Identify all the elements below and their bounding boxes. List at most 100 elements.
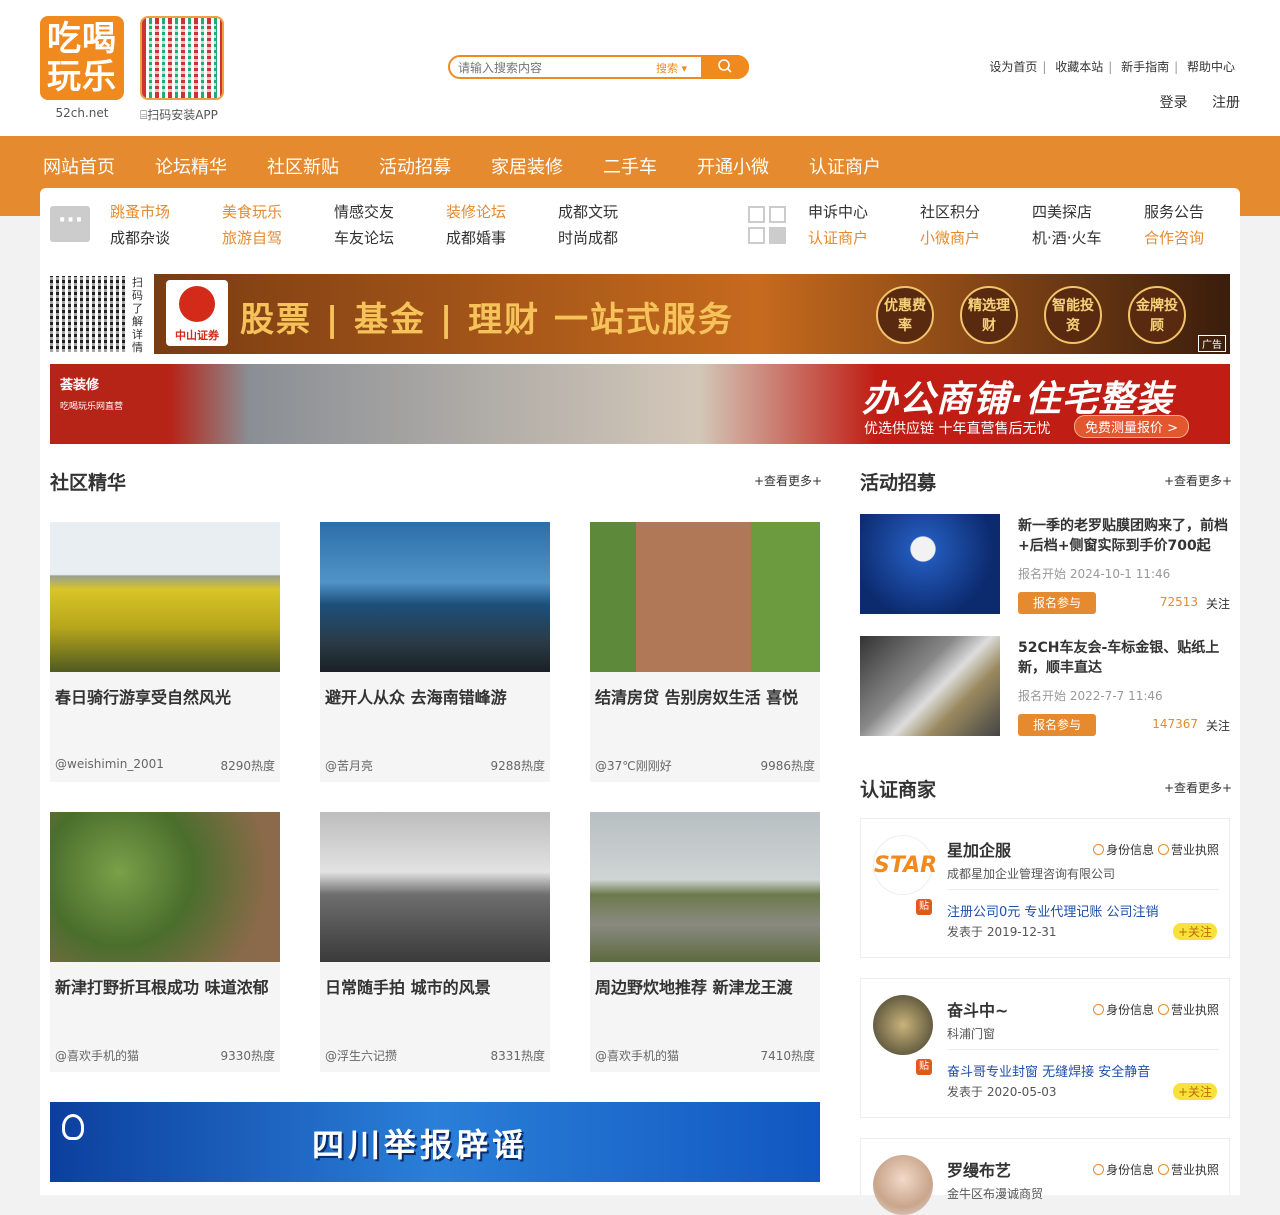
subnav-item[interactable]: 成都婚事 bbox=[446, 225, 506, 251]
subnav-item[interactable]: 机·酒·火车 bbox=[1032, 225, 1102, 251]
subnav-item[interactable]: 小微商户 bbox=[920, 225, 980, 251]
merchant-name[interactable]: 奋斗中~ bbox=[947, 997, 1008, 1021]
decoration-ad-banner[interactable]: 荟装修 吃喝玩乐网直营 办公商铺·住宅整装 优选供应链 十年直营售后无忧 免费测量… bbox=[50, 364, 1230, 444]
nav-open-micro[interactable]: 开通小微 bbox=[697, 153, 769, 179]
report-rumor-ad-banner[interactable]: 四川举报辟谣 bbox=[50, 1102, 820, 1182]
section-title: 活动招募 bbox=[860, 468, 981, 495]
subnav-item[interactable]: 服务公告 bbox=[1144, 199, 1204, 225]
help-center-link[interactable]: 帮助中心 bbox=[1187, 60, 1235, 74]
subnav-item[interactable]: 车友论坛 bbox=[334, 225, 394, 251]
merchant-post-date: 发表于 2019-12-31 bbox=[947, 925, 1057, 939]
subnav-item[interactable]: 成都文玩 bbox=[558, 199, 618, 225]
merchant-post-link[interactable]: 注册公司0元 专业代理记账 公司注销 bbox=[947, 901, 1159, 920]
ad-subtext: 优选供应链 十年直营售后无忧 bbox=[864, 421, 1051, 437]
activity-item[interactable]: 新一季的老罗贴膜团购来了，前档+后档+侧窗实际到手价700起 报名开始 2024… bbox=[860, 514, 1230, 614]
post-card[interactable]: 避开人从众 去海南错峰游 @苦月亮 9288热度 bbox=[320, 522, 550, 782]
search-type-select[interactable]: 搜索 ▾ bbox=[656, 60, 687, 76]
nav-certified-merchants[interactable]: 认证商户 bbox=[809, 153, 881, 179]
post-image bbox=[320, 812, 550, 962]
subnav-item[interactable]: 时尚成都 bbox=[558, 225, 618, 251]
bookmark-link[interactable]: 收藏本站 bbox=[1055, 60, 1103, 74]
more-link[interactable]: +查看更多+ bbox=[1164, 472, 1232, 489]
search-icon bbox=[718, 59, 732, 73]
ad-side-text: 扫码了解详情 bbox=[132, 276, 143, 354]
securities-ad-banner[interactable]: 扫码了解详情 中山证券 股票 | 基金 | 理财 一站式服务 优惠费率 精选理财… bbox=[50, 274, 1230, 354]
activity-item[interactable]: 52CH车友会-车标金银、贴纸上新，顺丰直达 报名开始 2022-7-7 11:… bbox=[860, 636, 1230, 736]
set-homepage-link[interactable]: 设为首页 bbox=[989, 60, 1037, 74]
header: 吃喝玩乐 52ch.net ⌸扫码安装APP 搜索 ▾ 设为首页| 收藏本站| … bbox=[0, 0, 1280, 136]
subnav-item[interactable]: 情感交友 bbox=[334, 199, 394, 225]
merchant-name[interactable]: 星加企服 bbox=[947, 837, 1011, 861]
top-links: 设为首页 | 收藏本站 | 新手指南 | 帮助中心 bbox=[989, 60, 1235, 74]
search-button[interactable] bbox=[701, 55, 749, 79]
subnav-item[interactable]: 认证商户 bbox=[808, 225, 868, 251]
main-content: 社区精华 +查看更多+ 春日骑行游享受自然风光 @weishimin_2001 8… bbox=[40, 446, 1240, 1215]
merchant-card[interactable]: 贴 奋斗中~ 身份信息 营业执照 科浦门窗 奋斗哥专业封窗 无缝焊接 安全静音 … bbox=[860, 978, 1230, 1118]
post-title: 结清房贷 告别房奴生活 喜悦 bbox=[595, 688, 799, 707]
post-tag-icon: 贴 bbox=[916, 899, 932, 915]
subnav-item[interactable]: 社区积分 bbox=[920, 199, 980, 225]
post-author[interactable]: @苦月亮 bbox=[325, 757, 373, 774]
post-card[interactable]: 结清房贷 告别房奴生活 喜悦 @37℃刚刚好 9986热度 bbox=[590, 522, 820, 782]
post-image bbox=[50, 522, 280, 672]
subnav-item[interactable]: 四美探店 bbox=[1032, 199, 1102, 225]
subnav-item[interactable]: 成都杂谈 bbox=[110, 225, 170, 251]
merchant-post-link[interactable]: 奋斗哥专业封窗 无缝焊接 安全静音 bbox=[947, 1061, 1150, 1080]
post-author[interactable]: @37℃刚刚好 bbox=[595, 757, 672, 774]
merchant-company: 科浦门窗 bbox=[947, 1027, 996, 1041]
post-author[interactable]: @喜欢手机的猫 bbox=[595, 1047, 679, 1064]
subnav-item[interactable]: 跳蚤市场 bbox=[110, 199, 170, 225]
post-card[interactable]: 日常随手拍 城市的风景 @浮生六记攒 8331热度 bbox=[320, 812, 550, 1072]
follow-link[interactable]: 关注 bbox=[1206, 717, 1230, 734]
post-author[interactable]: @浮生六记攒 bbox=[325, 1047, 397, 1064]
post-image bbox=[50, 812, 280, 962]
activity-title[interactable]: 52CH车友会-车标金银、贴纸上新，顺丰直达 bbox=[1018, 638, 1232, 678]
follow-link[interactable]: 关注 bbox=[1206, 595, 1230, 612]
join-button[interactable]: 报名参与 bbox=[1018, 592, 1096, 614]
more-link[interactable]: +查看更多+ bbox=[1164, 779, 1232, 796]
login-link[interactable]: 登录 bbox=[1160, 95, 1188, 111]
merchant-card[interactable]: STAR 贴 星加企服 身份信息 营业执照 成都星加企业管理咨询有限公司 注册公… bbox=[860, 818, 1230, 958]
post-card[interactable]: 新津打野折耳根成功 味道浓郁 @喜欢手机的猫 9330热度 bbox=[50, 812, 280, 1072]
activity-count: 72513 bbox=[1159, 595, 1198, 609]
activity-date: 报名开始 2024-10-1 11:46 bbox=[1018, 567, 1171, 581]
post-heat: 8290热度 bbox=[220, 759, 275, 773]
post-author[interactable]: @喜欢手机的猫 bbox=[55, 1047, 139, 1064]
securities-logo: 中山证券 bbox=[166, 280, 228, 346]
merchant-company: 金牛区布漫诚商贸 bbox=[947, 1187, 1044, 1201]
follow-button[interactable]: +关注 bbox=[1172, 923, 1217, 940]
nav-used-cars[interactable]: 二手车 bbox=[603, 153, 657, 179]
subnav-item[interactable]: 合作咨询 bbox=[1144, 225, 1204, 251]
post-title: 日常随手拍 城市的风景 bbox=[325, 978, 491, 997]
activity-image bbox=[860, 636, 1000, 736]
post-author[interactable]: @weishimin_2001 bbox=[55, 757, 164, 774]
nav-home-decor[interactable]: 家居装修 bbox=[491, 153, 563, 179]
subnav-item[interactable]: 申诉中心 bbox=[808, 199, 868, 225]
beginner-guide-link[interactable]: 新手指南 bbox=[1121, 60, 1169, 74]
follow-button[interactable]: +关注 bbox=[1172, 1083, 1217, 1100]
nav-activities[interactable]: 活动招募 bbox=[379, 153, 451, 179]
more-link[interactable]: +查看更多+ bbox=[754, 472, 822, 489]
post-card[interactable]: 春日骑行游享受自然风光 @weishimin_2001 8290热度 bbox=[50, 522, 280, 782]
ad-pill: 金牌投顾 bbox=[1128, 286, 1186, 344]
register-link[interactable]: 注册 bbox=[1212, 95, 1240, 111]
nav-home[interactable]: 网站首页 bbox=[43, 153, 115, 179]
post-card[interactable]: 周边野炊地推荐 新津龙王渡 @喜欢手机的猫 7410热度 bbox=[590, 812, 820, 1072]
merchant-name[interactable]: 罗缦布艺 bbox=[947, 1157, 1011, 1181]
nav-new-posts[interactable]: 社区新贴 bbox=[267, 153, 339, 179]
site-logo[interactable]: 吃喝玩乐 bbox=[40, 16, 124, 100]
ad-cta-button[interactable]: 免费测量报价 > bbox=[1074, 415, 1190, 438]
merchant-avatar bbox=[873, 1155, 933, 1215]
subnav-item[interactable]: 旅游自驾 bbox=[222, 225, 282, 251]
subnav-item[interactable]: 装修论坛 bbox=[446, 199, 506, 225]
join-button[interactable]: 报名参与 bbox=[1018, 714, 1096, 736]
post-heat: 9330热度 bbox=[220, 1049, 275, 1063]
subnav-item[interactable]: 美食玩乐 bbox=[222, 199, 282, 225]
search-box: 搜索 ▾ bbox=[448, 55, 749, 79]
sub-nav: 跳蚤市场成都杂谈 美食玩乐旅游自驾 情感交友车友论坛 装修论坛成都婚事 成都文玩… bbox=[40, 188, 1240, 260]
ad-pill: 智能投资 bbox=[1044, 286, 1102, 344]
merchant-card[interactable]: 罗缦布艺 身份信息 营业执照 金牛区布漫诚商贸 bbox=[860, 1138, 1230, 1215]
nav-forum-highlights[interactable]: 论坛精华 bbox=[155, 153, 227, 179]
search-input[interactable] bbox=[458, 59, 648, 77]
activity-title[interactable]: 新一季的老罗贴膜团购来了，前档+后档+侧窗实际到手价700起 bbox=[1018, 516, 1232, 556]
